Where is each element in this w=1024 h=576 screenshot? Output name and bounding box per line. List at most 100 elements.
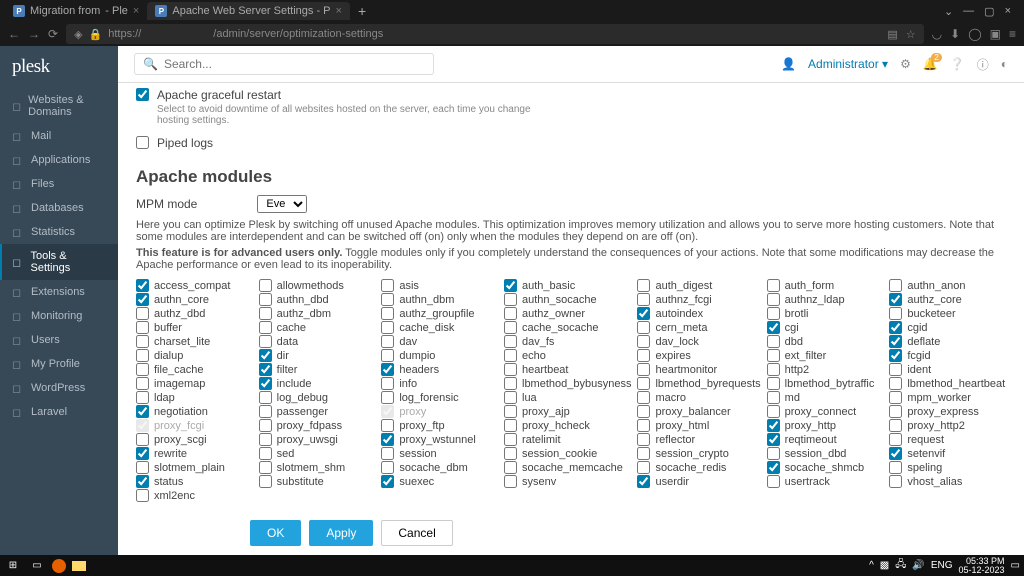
new-tab-button[interactable]: + [350, 3, 374, 19]
clock-date[interactable]: 05-12-2023 [959, 566, 1005, 575]
module-checkbox[interactable] [259, 363, 272, 376]
module-include[interactable]: include [259, 377, 376, 390]
module-checkbox[interactable] [767, 293, 780, 306]
module-reqtimeout[interactable]: reqtimeout [767, 433, 884, 446]
chevron-down-icon[interactable]: ⌄ [944, 5, 953, 18]
module-authn_dbd[interactable]: authn_dbd [259, 293, 376, 306]
module-speling[interactable]: speling [889, 461, 1006, 474]
module-socache_shmcb[interactable]: socache_shmcb [767, 461, 884, 474]
module-checkbox[interactable] [136, 335, 149, 348]
module-checkbox[interactable] [504, 405, 517, 418]
module-log_forensic[interactable]: log_forensic [381, 391, 498, 404]
module-checkbox[interactable] [889, 405, 902, 418]
module-cgi[interactable]: cgi [767, 321, 884, 334]
module-status[interactable]: status [136, 475, 253, 488]
module-checkbox[interactable] [889, 349, 902, 362]
module-socache_memcache[interactable]: socache_memcache [504, 461, 631, 474]
module-checkbox[interactable] [504, 419, 517, 432]
module-checkbox[interactable] [637, 321, 650, 334]
module-checkbox[interactable] [504, 335, 517, 348]
module-sed[interactable]: sed [259, 447, 376, 460]
module-checkbox[interactable] [637, 391, 650, 404]
module-cgid[interactable]: cgid [889, 321, 1006, 334]
minimize-icon[interactable]: — [963, 5, 974, 18]
module-substitute[interactable]: substitute [259, 475, 376, 488]
module-slotmem_plain[interactable]: slotmem_plain [136, 461, 253, 474]
module-checkbox[interactable] [504, 293, 517, 306]
mpm-select[interactable]: Event [257, 195, 307, 213]
module-lbmethod_bybusyness[interactable]: lbmethod_bybusyness [504, 377, 631, 390]
module-checkbox[interactable] [889, 293, 902, 306]
sidebar-item[interactable]: ◻Extensions [0, 280, 118, 304]
module-slotmem_shm[interactable]: slotmem_shm [259, 461, 376, 474]
module-authnz_ldap[interactable]: authnz_ldap [767, 293, 884, 306]
module-checkbox[interactable] [889, 461, 902, 474]
module-checkbox[interactable] [504, 475, 517, 488]
module-autoindex[interactable]: autoindex [637, 307, 760, 320]
module-checkbox[interactable] [259, 279, 272, 292]
module-checkbox[interactable] [259, 293, 272, 306]
module-proxy_connect[interactable]: proxy_connect [767, 405, 884, 418]
module-checkbox[interactable] [381, 461, 394, 474]
module-checkbox[interactable] [889, 279, 902, 292]
module-passenger[interactable]: passenger [259, 405, 376, 418]
module-auth_form[interactable]: auth_form [767, 279, 884, 292]
module-cache_socache[interactable]: cache_socache [504, 321, 631, 334]
sidebar-item[interactable]: ◻Applications [0, 148, 118, 172]
module-checkbox[interactable] [136, 363, 149, 376]
module-macro[interactable]: macro [637, 391, 760, 404]
module-checkbox[interactable] [889, 475, 902, 488]
module-checkbox[interactable] [767, 377, 780, 390]
module-checkbox[interactable] [136, 307, 149, 320]
module-dumpio[interactable]: dumpio [381, 349, 498, 362]
apply-button[interactable]: Apply [309, 520, 373, 546]
browser-tab-0[interactable]: P Migration from - Ple × [5, 2, 147, 20]
module-proxy_fdpass[interactable]: proxy_fdpass [259, 419, 376, 432]
bell-icon[interactable]: 🔔2 [923, 57, 938, 71]
close-icon[interactable]: × [1005, 5, 1011, 18]
download-icon[interactable]: ⬇ [950, 27, 960, 41]
module-dbd[interactable]: dbd [767, 335, 884, 348]
module-checkbox[interactable] [259, 307, 272, 320]
module-negotiation[interactable]: negotiation [136, 405, 253, 418]
module-proxy_express[interactable]: proxy_express [889, 405, 1006, 418]
module-proxy_ajp[interactable]: proxy_ajp [504, 405, 631, 418]
sidebar-item[interactable]: ◻Mail [0, 124, 118, 148]
module-ext_filter[interactable]: ext_filter [767, 349, 884, 362]
lang-indicator[interactable]: ENG [931, 560, 953, 571]
module-checkbox[interactable] [767, 447, 780, 460]
module-checkbox[interactable] [259, 475, 272, 488]
module-checkbox[interactable] [767, 307, 780, 320]
module-checkbox[interactable] [889, 391, 902, 404]
module-socache_dbm[interactable]: socache_dbm [381, 461, 498, 474]
tray-icon[interactable]: ▩ [880, 560, 889, 571]
module-checkbox[interactable] [259, 349, 272, 362]
module-checkbox[interactable] [767, 363, 780, 376]
module-authn_core[interactable]: authn_core [136, 293, 253, 306]
module-checkbox[interactable] [767, 321, 780, 334]
module-proxy_hcheck[interactable]: proxy_hcheck [504, 419, 631, 432]
module-checkbox[interactable] [381, 307, 394, 320]
module-checkbox[interactable] [889, 447, 902, 460]
taskview-icon[interactable]: ▭ [28, 557, 46, 575]
module-checkbox[interactable] [637, 461, 650, 474]
module-proxy_html[interactable]: proxy_html [637, 419, 760, 432]
module-session_cookie[interactable]: session_cookie [504, 447, 631, 460]
module-checkbox[interactable] [637, 307, 650, 320]
module-checkbox[interactable] [381, 293, 394, 306]
module-echo[interactable]: echo [504, 349, 631, 362]
module-access_compat[interactable]: access_compat [136, 279, 253, 292]
module-auth_digest[interactable]: auth_digest [637, 279, 760, 292]
module-xml2enc[interactable]: xml2enc [136, 489, 253, 502]
module-proxy_wstunnel[interactable]: proxy_wstunnel [381, 433, 498, 446]
module-checkbox[interactable] [889, 307, 902, 320]
module-checkbox[interactable] [381, 335, 394, 348]
module-checkbox[interactable] [767, 335, 780, 348]
module-checkbox[interactable] [381, 321, 394, 334]
module-ratelimit[interactable]: ratelimit [504, 433, 631, 446]
module-authz_dbd[interactable]: authz_dbd [136, 307, 253, 320]
notifications-icon[interactable]: ▭ [1011, 560, 1020, 571]
module-checkbox[interactable] [767, 405, 780, 418]
module-rewrite[interactable]: rewrite [136, 447, 253, 460]
module-authz_groupfile[interactable]: authz_groupfile [381, 307, 498, 320]
